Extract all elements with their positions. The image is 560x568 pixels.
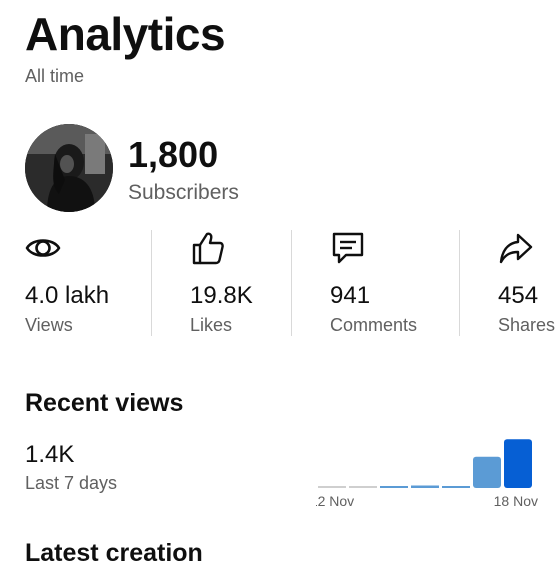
stat-value: 454	[498, 282, 539, 309]
page-title: Analytics	[25, 8, 226, 60]
stat-label: Likes	[190, 315, 233, 335]
chart-bar	[380, 486, 408, 488]
latest-creation-title: Latest creation	[25, 539, 203, 567]
chart-tick-label: 18 Nov	[494, 493, 538, 509]
stat-value: 4.0 lakh	[25, 282, 110, 309]
stat-value: 941	[330, 282, 371, 309]
chart-bar	[473, 456, 501, 488]
chart-bar	[504, 439, 532, 488]
chart-bar	[442, 486, 470, 488]
recent-views-title: Recent views	[25, 389, 184, 417]
chart-tick-label: 12 Nov	[316, 493, 354, 509]
avatar-image	[25, 124, 113, 212]
chart-bar	[349, 486, 377, 488]
share-icon	[499, 233, 533, 264]
stat-divider	[291, 230, 292, 336]
recent-views-value: 1.4K	[25, 441, 75, 468]
recent-views-chart[interactable]: 12 Nov 18 Nov	[316, 430, 540, 514]
stat-divider	[151, 230, 152, 336]
comment-icon	[332, 232, 364, 264]
stat-divider	[459, 230, 460, 336]
recent-views-period: Last 7 days	[25, 473, 118, 493]
stat-label: Comments	[330, 315, 418, 335]
avatar[interactable]	[25, 124, 113, 212]
stat-label: Views	[25, 315, 73, 335]
chart-bar	[318, 486, 346, 488]
subscriber-count: 1,800	[128, 134, 219, 175]
stat-label: Shares	[498, 315, 556, 335]
stat-value: 19.8K	[190, 282, 253, 309]
thumbs-up-icon	[192, 232, 224, 265]
page-subtitle: All time	[25, 66, 85, 86]
chart-bar	[411, 485, 439, 488]
eye-icon	[25, 239, 61, 257]
subscriber-label: Subscribers	[128, 181, 239, 204]
